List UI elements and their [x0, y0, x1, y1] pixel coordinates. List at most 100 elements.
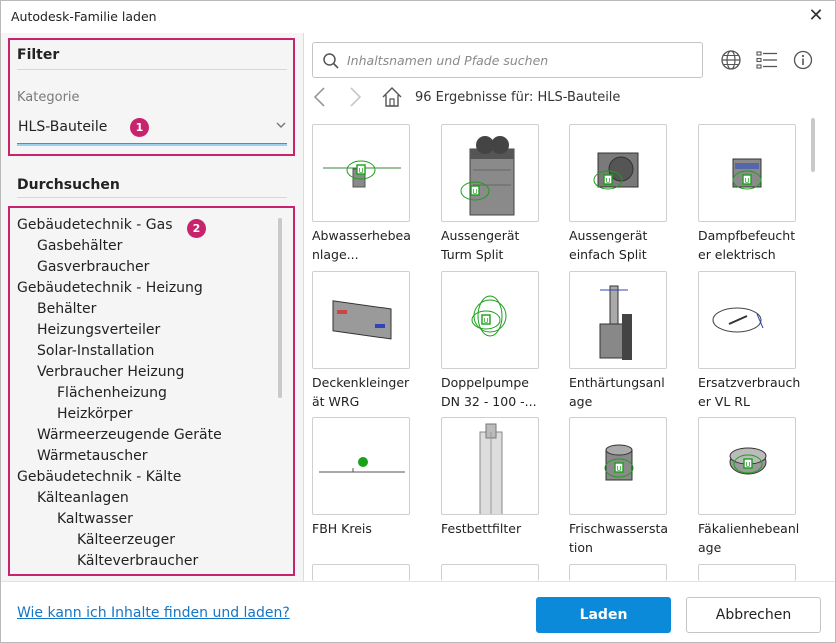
ersatzverbraucher-thumbnail: [699, 307, 795, 368]
result-tile[interactable]: U: [441, 271, 539, 369]
tree-item[interactable]: Gebäudetechnik - Gas: [17, 215, 277, 236]
select-underline: [17, 143, 287, 146]
result-label-line1: Festbettfilter: [441, 521, 522, 536]
cancel-button[interactable]: Abbrechen: [686, 597, 821, 633]
svg-text:U: U: [358, 167, 363, 175]
result-label-line1: Doppelpumpe: [441, 375, 529, 390]
callout-badge-2: 2: [187, 219, 206, 238]
tree-item[interactable]: Kälteanlagen: [17, 488, 277, 509]
result-label[interactable]: Ersatzverbrauch er VL RL: [698, 373, 808, 411]
result-label-line1: Abwasserhebea: [312, 228, 411, 243]
info-icon[interactable]: [792, 49, 814, 71]
tree-item[interactable]: Solar-Installation: [17, 341, 277, 362]
results-count: 96 Ergebnisse für: HLS-Bauteile: [415, 90, 621, 105]
abwasserhebeanlage-thumbnail: U: [313, 160, 409, 221]
result-label-line1: Dampfbefeucht: [698, 228, 796, 243]
title-bar: Autodesk-Familie laden ✕: [1, 1, 835, 33]
category-tree: Gebäudetechnik - Gas Gasbehälter Gasverbra…: [8, 206, 295, 576]
result-label[interactable]: Dampfbefeucht er elektrisch: [698, 226, 808, 264]
result-label[interactable]: Enthärtungsanl age: [569, 373, 679, 411]
browse-divider: [17, 197, 287, 198]
tree-item[interactable]: Behälter: [17, 299, 277, 320]
result-label-line1: Enthärtungsanl: [569, 375, 665, 390]
tree-list: Gebäudetechnik - Gas Gasbehälter Gasverbra…: [17, 215, 277, 574]
dialog-window: Autodesk-Familie laden ✕ Filter Kategori…: [0, 0, 836, 643]
result-label[interactable]: Doppelpumpe DN 32 - 100 -...: [441, 373, 551, 411]
result-tile[interactable]: U: [312, 124, 410, 222]
forward-icon[interactable]: [345, 85, 365, 109]
result-label[interactable]: FBH Kreis: [312, 519, 422, 538]
tree-item[interactable]: Heizkörper: [17, 404, 277, 425]
tree-item[interactable]: Verbraucher Heizung: [17, 362, 277, 383]
tree-item[interactable]: Gasbehälter: [17, 236, 277, 257]
result-tile[interactable]: U: [698, 124, 796, 222]
svg-text:U: U: [616, 465, 621, 473]
dampfbefeuchter-thumbnail: U: [699, 158, 795, 221]
fbh-kreis-thumbnail: [313, 457, 409, 514]
faekalienhebeanlage-thumbnail: U: [699, 447, 795, 514]
result-tile-partial[interactable]: [698, 564, 796, 581]
result-label-line2: einfach Split: [569, 247, 647, 262]
filter-divider: [17, 69, 287, 70]
search-input[interactable]: [347, 49, 687, 71]
result-label[interactable]: Abwasserhebea nlage...: [312, 226, 422, 264]
aussengeraet-einfach-thumbnail: U: [570, 152, 666, 221]
svg-text:U: U: [605, 177, 610, 185]
tree-item[interactable]: Kälteverbraucher: [17, 551, 277, 572]
help-link[interactable]: Wie kann ich Inhalte finden und laden?: [17, 605, 290, 621]
result-label-line2: DN 32 - 100 -...: [441, 394, 537, 409]
result-tile[interactable]: [441, 417, 539, 515]
browse-title: Durchsuchen: [17, 177, 120, 193]
result-label-line1: Fäkalienhebeanl: [698, 521, 800, 536]
result-label-line2: er VL RL: [698, 394, 750, 409]
tree-item[interactable]: Gasverbraucher: [17, 257, 277, 278]
tree-item[interactable]: Heizungsverteiler: [17, 320, 277, 341]
result-label-line2: nlage...: [312, 247, 359, 262]
result-label-line2: age: [569, 394, 593, 409]
svg-text:U: U: [745, 461, 750, 469]
svg-text:U: U: [744, 177, 749, 185]
result-label[interactable]: Festbettfilter: [441, 519, 551, 538]
search-icon: [322, 52, 340, 70]
result-tile[interactable]: U: [698, 417, 796, 515]
result-tile[interactable]: U: [441, 124, 539, 222]
result-label-line2: Turm Split: [441, 247, 504, 262]
result-label[interactable]: Deckenkleinger ät WRG: [312, 373, 422, 411]
result-label-line1: Ersatzverbrauch: [698, 375, 801, 390]
result-label[interactable]: Aussengerät Turm Split: [441, 226, 551, 264]
chevron-down-icon[interactable]: [275, 119, 287, 134]
result-label[interactable]: Frischwassersta tion: [569, 519, 679, 557]
tree-item[interactable]: Gebäudetechnik - Kälte: [17, 467, 277, 488]
back-icon[interactable]: [310, 85, 330, 109]
load-button[interactable]: Laden: [536, 597, 671, 633]
tree-scrollbar[interactable]: [278, 218, 282, 398]
tree-item[interactable]: Rückkühler: [17, 572, 277, 574]
globe-icon[interactable]: [720, 49, 742, 71]
result-tile-partial[interactable]: [312, 564, 410, 581]
result-tile[interactable]: U: [569, 124, 667, 222]
search-box[interactable]: [312, 42, 703, 78]
result-tile[interactable]: U: [569, 417, 667, 515]
result-tile-partial[interactable]: [441, 564, 539, 581]
grid-scrollbar[interactable]: [811, 118, 815, 172]
result-tile-partial[interactable]: [569, 564, 667, 581]
result-tile[interactable]: [569, 271, 667, 369]
close-icon[interactable]: ✕: [803, 4, 829, 28]
result-label[interactable]: Fäkalienhebeanl age: [698, 519, 808, 557]
callout-badge-1: 1: [130, 118, 149, 137]
result-tile[interactable]: [312, 271, 410, 369]
list-view-icon[interactable]: [756, 49, 778, 71]
tree-item[interactable]: Wärmetauscher: [17, 446, 277, 467]
result-tile[interactable]: [312, 417, 410, 515]
result-label[interactable]: Aussengerät einfach Split: [569, 226, 679, 264]
tree-item[interactable]: Kälteerzeuger: [17, 530, 277, 551]
tree-item[interactable]: Gebäudetechnik - Heizung: [17, 278, 277, 299]
category-select[interactable]: HLS-Bauteile: [17, 115, 289, 147]
tree-item[interactable]: Wärmeerzeugende Geräte: [17, 425, 277, 446]
panel-divider: [303, 33, 304, 581]
result-tile[interactable]: [698, 271, 796, 369]
window-title: Autodesk-Familie laden: [11, 9, 157, 24]
home-icon[interactable]: [381, 85, 403, 109]
tree-item[interactable]: Kaltwasser: [17, 509, 277, 530]
tree-item[interactable]: Flächenheizung: [17, 383, 277, 404]
